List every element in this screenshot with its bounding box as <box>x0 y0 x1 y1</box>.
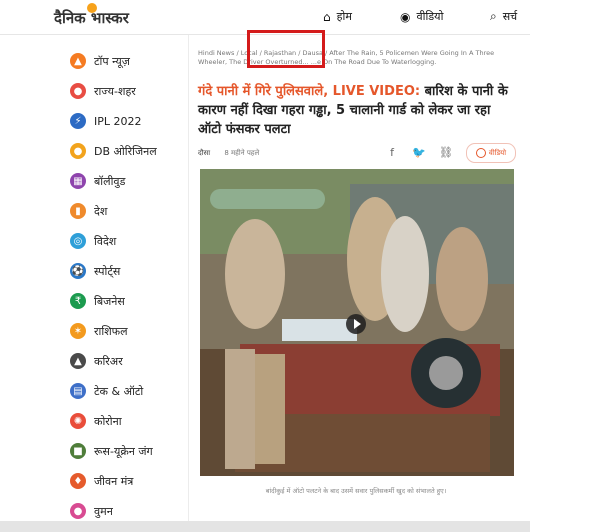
image-caption: बांदीकुई में ऑटो पलटने के बाद उसमें सवार… <box>265 487 447 495</box>
business-icon: ₹ <box>70 293 86 309</box>
sidebar-item-business[interactable]: ₹ बिजनेस <box>70 293 125 309</box>
video-button-label: वीडियो <box>488 148 507 157</box>
sidebar-item-world[interactable]: ◎ विदेश <box>70 233 116 249</box>
breadcrumb[interactable]: Hindi News / Local / Rajasthan / Dausa /… <box>198 49 513 67</box>
zodiac-icon: ✶ <box>70 323 86 339</box>
sidebar-item-bollywood[interactable]: ▦ बॉलीवुड <box>70 173 125 189</box>
sidebar-item-label: करिअर <box>94 354 123 368</box>
sidebar-item-db-original[interactable]: ● DB ओरिजिनल <box>70 143 157 159</box>
video-button[interactable]: वीडियो <box>466 143 516 163</box>
lamp-icon: ♦ <box>70 473 86 489</box>
sports-icon: ⚽ <box>70 263 86 279</box>
search-icon: ⌕ <box>490 9 497 23</box>
tech-auto-icon: ▤ <box>70 383 86 399</box>
nav-video-label: वीडियो <box>416 10 444 23</box>
link-icon[interactable]: ⛓ <box>438 144 454 160</box>
sidebar-item-label: देश <box>94 204 108 218</box>
sidebar-item-label: बॉलीवुड <box>94 174 126 188</box>
sidebar-item-tech-auto[interactable]: ▤ टेक & ऑटो <box>70 383 143 399</box>
sidebar-item-label: राज्य-शहर <box>94 84 136 98</box>
play-circle-icon: ◉ <box>400 9 411 24</box>
monument-icon: ▮ <box>70 203 86 219</box>
sidebar-item-jeevan-mantra[interactable]: ♦ जीवन मंत्र <box>70 473 133 489</box>
article-video[interactable] <box>200 169 514 476</box>
sidebar-item-sports[interactable]: ⚽ स्पोर्ट्स <box>70 263 120 279</box>
red-highlight-box <box>247 30 325 68</box>
sidebar-item-label: रूस-यूक्रेन जंग <box>94 444 153 458</box>
headline-accent: गंदे पानी में गिरे पुलिसवाले, LIVE VIDEO… <box>198 84 421 99</box>
sidebar-item-label: IPL 2022 <box>94 114 142 128</box>
sidebar-item-label: DB ओरिजिनल <box>94 144 157 158</box>
sidebar-item-ipl[interactable]: ⚡ IPL 2022 <box>70 113 142 129</box>
meta-place: दौसा <box>198 149 211 157</box>
article-meta: दौसा 8 महीने पहले <box>198 149 259 158</box>
globe-icon: ◎ <box>70 233 86 249</box>
sidebar-item-top-news[interactable]: ▲ टॉप न्यूज़ <box>70 53 130 69</box>
woman-icon: ● <box>70 503 86 519</box>
graduation-cap-icon: ▲ <box>70 353 86 369</box>
sidebar-item-woman[interactable]: ● वुमन <box>70 503 113 519</box>
twitter-icon[interactable]: 🐦 <box>411 144 427 160</box>
sidebar-item-horoscope[interactable]: ✶ राशिफल <box>70 323 128 339</box>
nav-home-label: होम <box>336 10 352 23</box>
facebook-icon[interactable]: f <box>384 144 400 160</box>
home-icon: ⌂ <box>323 9 331 24</box>
sidebar-item-label: कोरोना <box>94 414 122 428</box>
left-sidebar: ▲ टॉप न्यूज़ ● राज्य-शहर ⚡ IPL 2022 ● DB… <box>0 35 189 532</box>
sidebar-item-label: वुमन <box>94 504 113 518</box>
nav-home[interactable]: ⌂ होम <box>323 9 352 24</box>
sidebar-item-career[interactable]: ▲ करिअर <box>70 353 123 369</box>
play-circle-icon <box>475 148 486 158</box>
nav-search[interactable]: ⌕ सर्च <box>490 9 517 24</box>
fire-icon: ▲ <box>70 53 86 69</box>
sidebar-item-label: जीवन मंत्र <box>94 474 134 488</box>
sidebar-item-label: बिजनेस <box>94 294 125 308</box>
bottom-bar <box>0 521 530 532</box>
tank-icon: ■ <box>70 443 86 459</box>
virus-icon: ✺ <box>70 413 86 429</box>
article-content: Hindi News / Local / Rajasthan / Dausa /… <box>198 30 528 532</box>
sidebar-item-label: राशिफल <box>94 324 128 338</box>
sidebar-item-label: टेक & ऑटो <box>94 384 144 398</box>
meta-time: 8 महीने पहले <box>224 149 260 157</box>
article-headline: गंदे पानी में गिरे पुलिसवाले, LIVE VIDEO… <box>198 82 518 139</box>
db-original-icon: ● <box>70 143 86 159</box>
sidebar-item-state-city[interactable]: ● राज्य-शहर <box>70 83 136 99</box>
cricket-icon: ⚡ <box>70 113 86 129</box>
sidebar-item-label: टॉप न्यूज़ <box>94 54 130 68</box>
film-icon: ▦ <box>70 173 86 189</box>
nav-search-label: सर्च <box>502 10 518 23</box>
sidebar-item-label: विदेश <box>94 234 117 248</box>
sidebar-item-label: स्पोर्ट्स <box>94 264 121 278</box>
play-button-icon[interactable] <box>346 314 366 334</box>
sidebar-item-country[interactable]: ▮ देश <box>70 203 107 219</box>
location-pin-icon: ● <box>70 83 86 99</box>
nav-video[interactable]: ◉ वीडियो <box>400 9 443 24</box>
sidebar-item-russia-ukraine-war[interactable]: ■ रूस-यूक्रेन जंग <box>70 443 153 459</box>
logo-sun-icon <box>87 3 97 13</box>
sidebar-item-corona[interactable]: ✺ कोरोना <box>70 413 122 429</box>
